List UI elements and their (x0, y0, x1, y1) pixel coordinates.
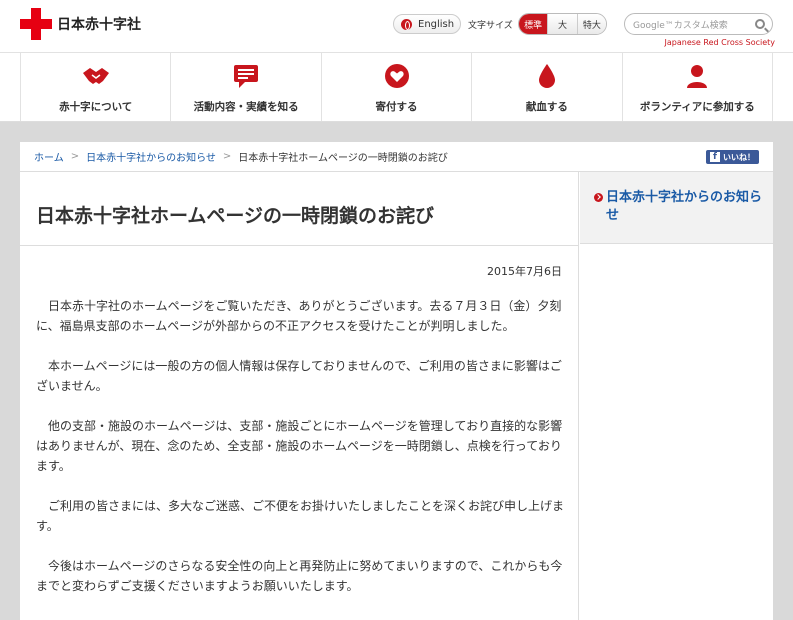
article-paragraph: ご利用の皆さまには、多大なご迷惑、ご不便をお掛けいたしましたことを深くお詫び申し… (36, 499, 565, 533)
globe-icon (401, 18, 412, 30)
nav-item-blood[interactable]: 献血する (471, 53, 621, 121)
breadcrumb-separator: > (70, 151, 80, 162)
blood-drop-icon (532, 63, 562, 89)
article-body: 日本赤十字社のホームページをご覧いただき、ありがとうございます。去る７月３日（金… (36, 296, 564, 616)
content-container: ホーム > 日本赤十字社からのお知らせ > 日本赤十字社ホームページの一時閉鎖の… (20, 142, 773, 620)
article-main: 日本赤十字社ホームページの一時閉鎖のお詫び 2015年7月6日 日本赤十字社のホ… (20, 172, 579, 620)
facebook-icon: f (710, 152, 720, 162)
nav-item-activities[interactable]: 活動内容・実績を知る (170, 53, 320, 121)
sidebar: 日本赤十字社からのお知らせ (580, 172, 773, 244)
article-paragraph: 他の支部・施設のホームページは、支部・施設ごとにホームページを管理しており直接的… (36, 419, 563, 473)
red-cross-icon (20, 8, 52, 40)
breadcrumb-news-link[interactable]: 日本赤十字社からのお知らせ (86, 149, 216, 164)
nav-label-blood: 献血する (525, 101, 568, 113)
nav-label-volunteer: ボランティアに参加する (639, 101, 755, 113)
breadcrumb-home-link[interactable]: ホーム (34, 149, 64, 164)
font-size-standard-button[interactable]: 標準 (519, 14, 548, 34)
nav-label-donate: 寄付する (375, 101, 418, 113)
like-label: いいね！ (723, 152, 755, 162)
sidebar-item-label: 日本赤十字社からのお知らせ (606, 190, 763, 223)
sidebar-item-news[interactable]: 日本赤十字社からのお知らせ (594, 189, 764, 225)
breadcrumb-current: 日本赤十字社ホームページの一時閉鎖のお詫び (238, 153, 448, 164)
nav-item-about[interactable]: 赤十字について (20, 53, 170, 121)
article-paragraph: 今後はホームページのさらなる安全性の向上と再発防止に努めてまいりますので、これか… (36, 559, 563, 593)
font-size-label: 文字サイズ (468, 21, 513, 31)
nav-label-activities: 活動内容・実績を知る (193, 101, 299, 113)
search-placeholder: Google™カスタム検索 (633, 20, 728, 31)
heart-icon (382, 63, 412, 89)
search-icon[interactable] (755, 19, 765, 29)
facebook-like-button[interactable]: f いいね！ (706, 150, 759, 164)
org-english-name: Japanese Red Cross Society (664, 38, 775, 47)
site-header: 日本赤十字社 English 文字サイズ 標準 大 特大 Google™カスタム… (0, 0, 793, 52)
bullet-arrow-icon (594, 193, 603, 202)
article-paragraph: 本ホームページには一般の方の個人情報は保存しておりませんので、ご利用の皆さまに影… (36, 359, 562, 393)
breadcrumb: ホーム > 日本赤十字社からのお知らせ > 日本赤十字社ホームページの一時閉鎖の… (20, 142, 773, 172)
font-size-large-button[interactable]: 大 (547, 14, 577, 34)
nav-label-about: 赤十字について (59, 101, 133, 113)
title-divider (20, 245, 579, 246)
english-button[interactable]: English (393, 14, 461, 34)
english-label: English (418, 18, 455, 30)
person-icon (682, 63, 712, 89)
font-size-xlarge-button[interactable]: 特大 (576, 14, 606, 34)
page-title: 日本赤十字社ホームページの一時閉鎖のお詫び (36, 205, 435, 227)
nav-item-donate[interactable]: 寄付する (320, 53, 471, 121)
article-date: 2015年7月6日 (487, 265, 562, 278)
breadcrumb-separator: > (222, 151, 232, 162)
site-logo[interactable]: 日本赤十字社 (20, 8, 141, 40)
speech-bubble-icon (231, 63, 261, 89)
handshake-icon (81, 63, 111, 89)
nav-item-volunteer[interactable]: ボランティアに参加する (621, 53, 774, 121)
search-input[interactable]: Google™カスタム検索 (624, 13, 773, 35)
font-size-selector: 標準 大 特大 (518, 13, 607, 35)
article-paragraph: 日本赤十字社のホームページをご覧いただき、ありがとうございます。去る７月３日（金… (36, 299, 562, 333)
main-nav: 赤十字について 活動内容・実績を知る 寄付する 献血する ボランティアに参加する (0, 52, 793, 122)
logo-text: 日本赤十字社 (57, 17, 141, 33)
